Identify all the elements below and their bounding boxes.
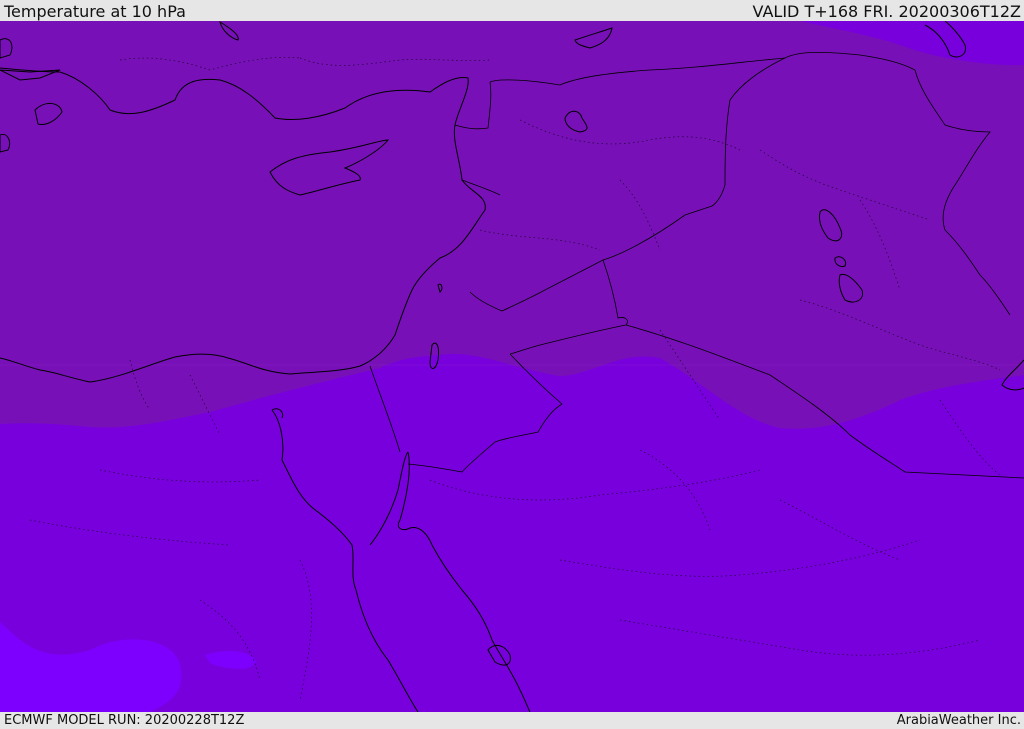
footer-bar: ECMWF MODEL RUN: 20200228T12Z ArabiaWeat… — [0, 712, 1024, 729]
map-title: Temperature at 10 hPa — [4, 2, 186, 21]
header-bar: Temperature at 10 hPa VALID T+168 FRI. 2… — [0, 0, 1024, 21]
valid-time: VALID T+168 FRI. 20200306T12Z — [752, 2, 1021, 21]
model-run: ECMWF MODEL RUN: 20200228T12Z — [4, 713, 245, 728]
map-canvas — [0, 21, 1024, 712]
provider-credit: ArabiaWeather Inc. — [896, 713, 1021, 728]
weather-map[interactable] — [0, 21, 1024, 712]
